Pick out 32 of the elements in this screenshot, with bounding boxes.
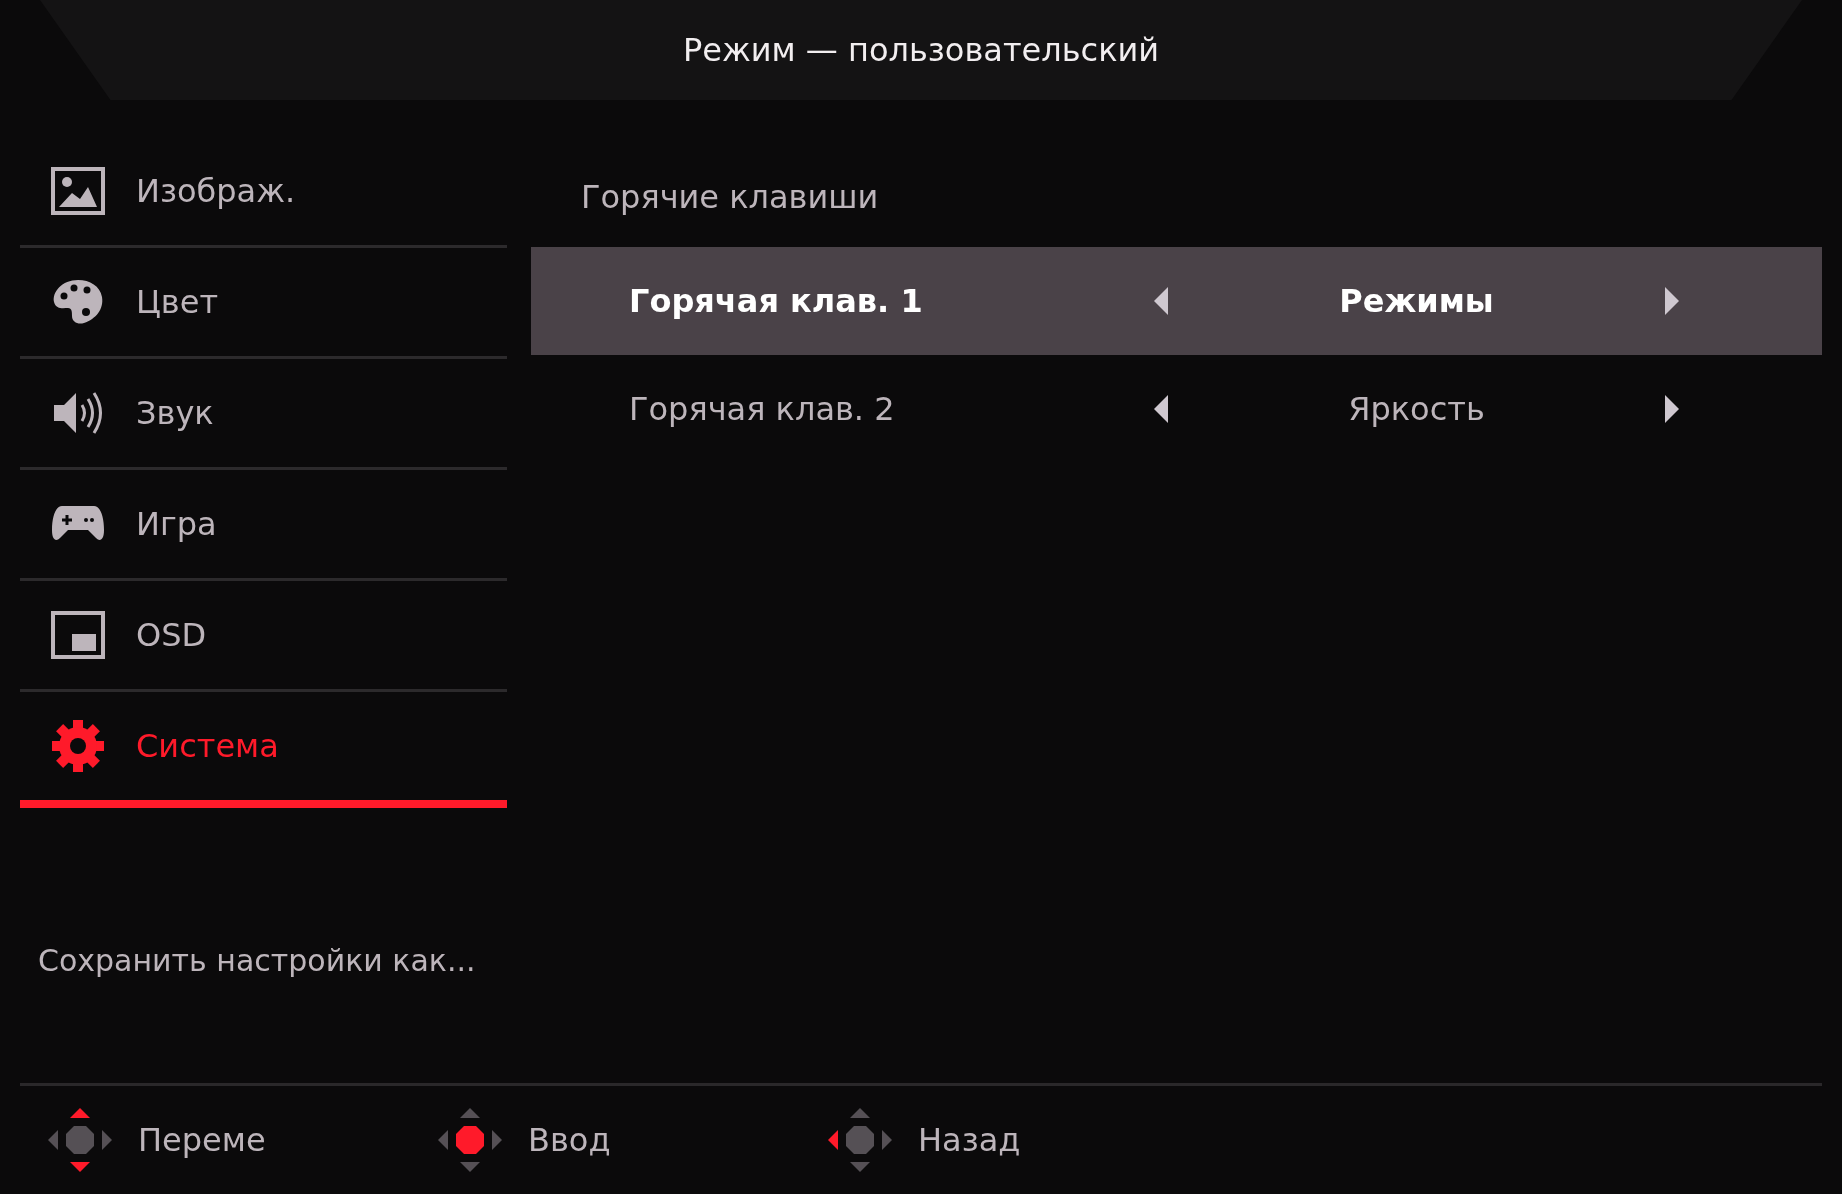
menu-label: Игра bbox=[136, 505, 217, 543]
menu-label: Изображ. bbox=[136, 172, 296, 210]
menu-tab[interactable]: Цвет bbox=[20, 248, 507, 359]
menu-tab[interactable]: Звук bbox=[20, 359, 507, 470]
control-hint: Ввод bbox=[528, 1121, 611, 1159]
menu-tab[interactable]: OSD bbox=[20, 581, 507, 692]
setting-value: Режимы bbox=[1339, 282, 1494, 320]
menu-label: Звук bbox=[136, 394, 214, 432]
setting-value: Яркость bbox=[1348, 390, 1485, 428]
menu-label: Система bbox=[136, 727, 279, 765]
right-arrow-icon[interactable] bbox=[1663, 287, 1681, 315]
save-settings-link[interactable]: Сохранить настройки как... bbox=[20, 943, 507, 978]
left-arrow-icon[interactable] bbox=[1152, 287, 1170, 315]
menu-tab[interactable]: Игра bbox=[20, 470, 507, 581]
setting-label: Горячая клав. 2 bbox=[628, 390, 896, 428]
menu-label: OSD bbox=[136, 616, 207, 654]
settings-icon bbox=[50, 718, 106, 774]
setting-row[interactable]: Горячая клав. 2 Яркость bbox=[531, 355, 1822, 463]
left-arrow-icon[interactable] bbox=[1152, 395, 1170, 423]
direction-pad-icon bbox=[438, 1108, 502, 1172]
direction-pad-icon bbox=[48, 1108, 112, 1172]
control-hint: Переме bbox=[138, 1121, 266, 1159]
direction-pad-icon bbox=[828, 1108, 892, 1172]
control-hint: Назад bbox=[918, 1121, 1021, 1159]
menu-label: Цвет bbox=[136, 283, 219, 321]
section-title: Горячие клавиши bbox=[580, 177, 879, 218]
setting-row[interactable]: Горячая клав. 1 Режимы bbox=[531, 247, 1822, 355]
menu-tab[interactable]: Изображ. bbox=[20, 137, 507, 248]
setting-label: Горячая клав. 1 bbox=[628, 282, 924, 320]
menu-tab[interactable]: Система bbox=[20, 692, 507, 808]
right-arrow-icon[interactable] bbox=[1663, 395, 1681, 423]
mode-title: Режим — пользовательский bbox=[682, 31, 1160, 69]
